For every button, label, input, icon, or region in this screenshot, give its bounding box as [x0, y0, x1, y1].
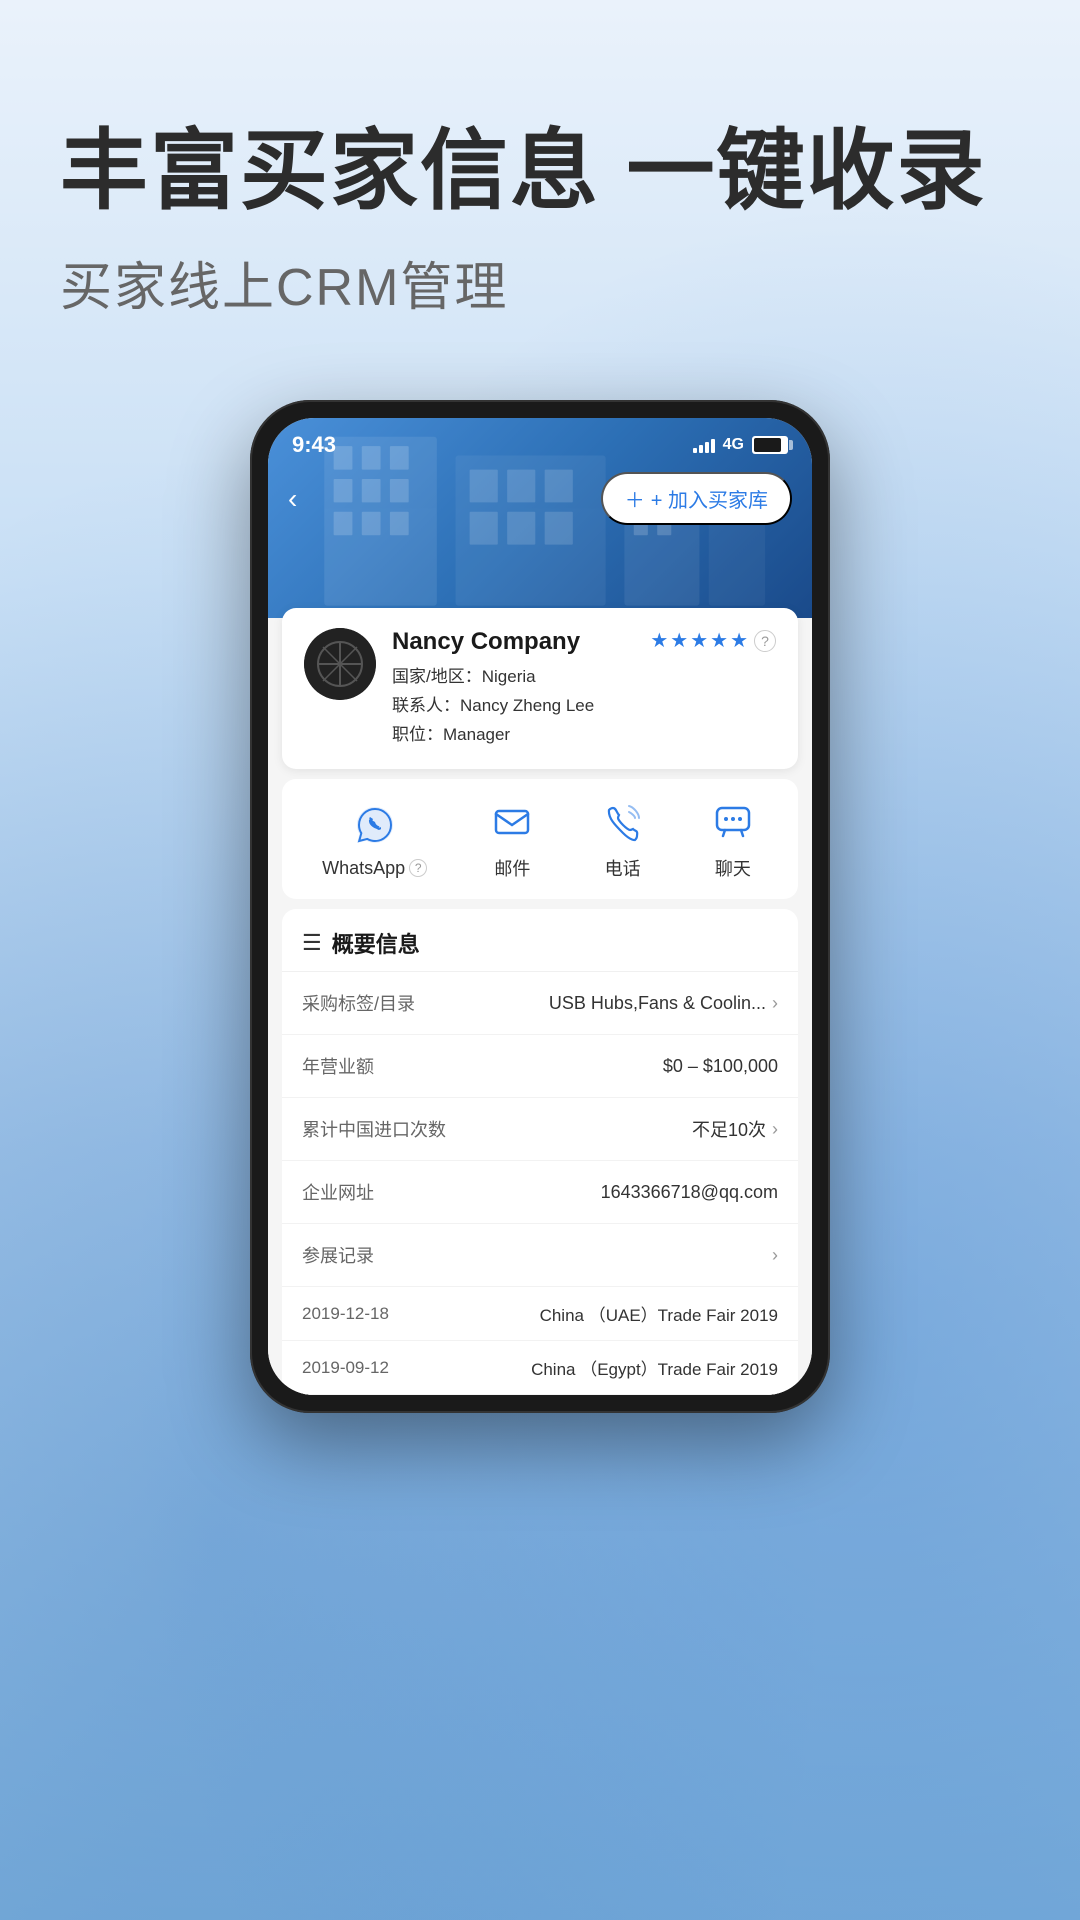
trade-fair-row-2: 2019-09-12 China （Egypt）Trade Fair 2019 — [282, 1341, 798, 1395]
action-buttons: WhatsApp ? 邮件 — [282, 779, 798, 899]
signal-bar-1 — [693, 448, 697, 453]
position-value: Manager — [443, 725, 510, 744]
website-row: 企业网址 1643366718@qq.com — [282, 1161, 798, 1224]
stars: ★ ★ ★ ★ ★ — [650, 628, 748, 653]
signal-bar-3 — [705, 442, 709, 453]
add-button-label: + 加入买家库 — [651, 484, 768, 513]
country-label: 国家/地区： — [392, 667, 482, 686]
screen-content: Nancy Company 国家/地区：Nigeria 联系人：Nancy Zh… — [268, 608, 812, 1395]
chevron-icon: › — [772, 993, 778, 1014]
header-section: 丰富买家信息 一键收录 买家线上CRM管理 — [0, 0, 1080, 360]
whatsapp-help-icon[interactable]: ? — [409, 859, 427, 877]
import-count-value: 不足10次› — [692, 1116, 778, 1142]
company-card: Nancy Company 国家/地区：Nigeria 联系人：Nancy Zh… — [282, 608, 798, 769]
avatar-image — [304, 628, 376, 700]
signal-bar-4 — [711, 439, 715, 453]
main-title: 丰富买家信息 一键收录 — [60, 120, 1020, 221]
whatsapp-icon — [350, 800, 400, 850]
add-to-library-button[interactable]: ＋ + 加入买家库 — [601, 472, 792, 525]
purchase-tag-value: USB Hubs,Fans & Coolin...› — [549, 993, 778, 1014]
chat-action[interactable]: 聊天 — [708, 797, 758, 881]
star-rating: ★ ★ ★ ★ ★ ? — [650, 628, 776, 653]
annual-revenue-label: 年营业额 — [302, 1053, 374, 1079]
purchase-tag-label: 采购标签/目录 — [302, 990, 415, 1016]
subtitle: 买家线上CRM管理 — [60, 245, 1020, 320]
section-title: 概要信息 — [332, 927, 420, 959]
phone-screen: 9:43 4G — [268, 418, 812, 1395]
chat-label: 聊天 — [715, 855, 751, 881]
trade-date-1: 2019-12-18 — [302, 1304, 412, 1324]
position-label: 职位： — [392, 725, 443, 744]
page-content: 丰富买家信息 一键收录 买家线上CRM管理 — [0, 0, 1080, 1920]
whatsapp-label: WhatsApp — [322, 858, 405, 879]
company-contact: 联系人：Nancy Zheng Lee — [392, 691, 776, 716]
star-2: ★ — [670, 628, 688, 653]
status-bar: 9:43 4G — [268, 418, 812, 466]
battery-icon — [752, 436, 788, 454]
avatar — [304, 628, 376, 700]
whatsapp-action[interactable]: WhatsApp ? — [322, 800, 427, 879]
star-5: ★ — [730, 628, 748, 653]
back-button[interactable]: ‹ — [288, 483, 297, 515]
phone-header-image: 9:43 4G — [268, 418, 812, 618]
import-count-label: 累计中国进口次数 — [302, 1116, 446, 1142]
section-icon: ☰ — [302, 930, 322, 956]
chevron-icon-3: › — [772, 1245, 778, 1266]
phone-action[interactable]: 电话 — [598, 797, 648, 881]
import-count-row[interactable]: 累计中国进口次数 不足10次› — [282, 1098, 798, 1161]
overview-section: ☰ 概要信息 采购标签/目录 USB Hubs,Fans & Coolin...… — [282, 909, 798, 1395]
trade-date-2: 2019-09-12 — [302, 1358, 412, 1378]
chevron-icon-2: › — [772, 1119, 778, 1140]
website-value: 1643366718@qq.com — [601, 1182, 778, 1203]
company-position: 职位：Manager — [392, 720, 776, 745]
company-country: 国家/地区：Nigeria — [392, 662, 776, 687]
battery-tip — [789, 440, 793, 450]
whatsapp-label-row: WhatsApp ? — [322, 858, 427, 879]
section-header: ☰ 概要信息 — [282, 909, 798, 972]
star-1: ★ — [650, 628, 668, 653]
purchase-tag-row[interactable]: 采购标签/目录 USB Hubs,Fans & Coolin...› — [282, 972, 798, 1035]
add-icon: ＋ — [625, 484, 645, 513]
phone-frame: 9:43 4G — [250, 400, 830, 1413]
exhibition-record-label: 参展记录 — [302, 1242, 374, 1268]
signal-bar-2 — [699, 445, 703, 453]
email-icon — [487, 797, 537, 847]
network-label: 4G — [723, 436, 744, 454]
exhibition-record-row[interactable]: 参展记录 › — [282, 1224, 798, 1287]
rating-help-icon[interactable]: ? — [754, 630, 776, 652]
battery-fill — [754, 438, 781, 452]
annual-revenue-row: 年营业额 $0 – $100,000 — [282, 1035, 798, 1098]
signal-bars-icon — [693, 437, 715, 453]
chat-icon — [708, 797, 758, 847]
trade-name-1: China （UAE）Trade Fair 2019 — [540, 1301, 778, 1326]
star-4: ★ — [710, 628, 728, 653]
email-label: 邮件 — [494, 855, 530, 881]
country-value: Nigeria — [482, 667, 536, 686]
trade-name-2: China （Egypt）Trade Fair 2019 — [531, 1355, 778, 1380]
email-action[interactable]: 邮件 — [487, 797, 537, 881]
annual-revenue-value: $0 – $100,000 — [663, 1056, 778, 1077]
phone-nav: ‹ ＋ + 加入买家库 — [268, 466, 812, 535]
exhibition-record-value: › — [772, 1245, 778, 1266]
phone-mockup: 9:43 4G — [250, 400, 830, 1413]
phone-label: 电话 — [605, 855, 641, 881]
phone-call-icon — [598, 797, 648, 847]
contact-label: 联系人： — [392, 696, 460, 715]
contact-value: Nancy Zheng Lee — [460, 696, 594, 715]
status-icons: 4G — [693, 436, 788, 454]
status-time: 9:43 — [292, 432, 336, 458]
trade-fair-row-1: 2019-12-18 China （UAE）Trade Fair 2019 — [282, 1287, 798, 1341]
star-3: ★ — [690, 628, 708, 653]
website-label: 企业网址 — [302, 1179, 374, 1205]
